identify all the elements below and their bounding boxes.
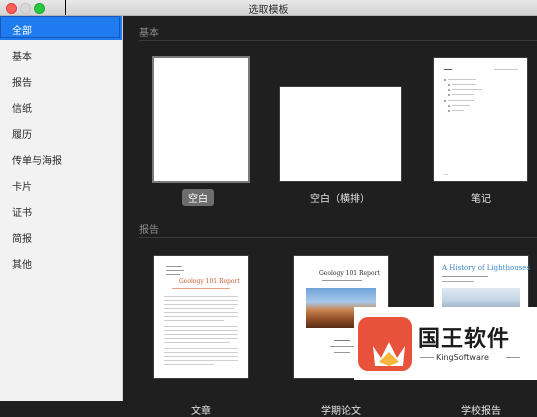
- sidebar-item-label: 证书: [12, 208, 32, 219]
- divider-line: [506, 357, 520, 358]
- text-line: [164, 316, 238, 317]
- sidebar-item-label: 信纸: [12, 104, 32, 115]
- sidebar-item-certificates[interactable]: 证书: [0, 198, 122, 222]
- sidebar-item-label: 传单与海报: [12, 156, 62, 167]
- note-bullet: [448, 84, 450, 86]
- sidebar-item-label: 全部: [12, 26, 32, 37]
- section-title-reports: 报告: [139, 225, 159, 236]
- window-title: 选取模板: [248, 5, 289, 16]
- sidebar-item-reports[interactable]: 报告: [0, 68, 122, 92]
- sidebar-item-label: 卡片: [12, 182, 32, 193]
- sidebar-item-label: 其他: [12, 260, 32, 271]
- sidebar-item-flyers-posters[interactable]: 传单与海报: [0, 146, 122, 170]
- essay-heading: Geology 101 Report: [179, 278, 240, 285]
- text-line: [164, 338, 238, 339]
- note-date-line: [494, 69, 518, 70]
- template-thumb-note[interactable]: [434, 58, 527, 181]
- note-bullet: [444, 100, 446, 102]
- template-label-school-report[interactable]: 学校报告: [421, 402, 537, 417]
- section-title-basic: 基本: [139, 28, 159, 39]
- sidebar-item-newsletters[interactable]: 简报: [0, 224, 122, 248]
- text-line: [164, 348, 238, 349]
- text-line: [166, 266, 182, 267]
- note-line: [448, 100, 474, 101]
- text-line: [164, 300, 238, 301]
- note-line: [452, 89, 482, 90]
- template-label-blank[interactable]: 空白: [182, 189, 214, 206]
- text-line: [164, 334, 238, 335]
- template-thumb-essay[interactable]: Geology 101 Report: [154, 256, 248, 378]
- sidebar-item-basic[interactable]: 基本: [0, 42, 122, 66]
- note-title-line: [444, 69, 452, 70]
- note-bullet: [448, 94, 450, 96]
- text-line: [164, 320, 224, 321]
- note-line: [448, 79, 476, 80]
- template-label-essay[interactable]: 文章: [141, 402, 261, 417]
- text-line: [164, 296, 238, 297]
- sidebar-item-label: 简报: [12, 234, 32, 245]
- sidebar-item-label: 履历: [12, 130, 32, 141]
- note-bullet: [448, 110, 450, 112]
- divider-line: [420, 357, 434, 358]
- lighthouse-photo: [442, 288, 520, 308]
- note-line: [452, 105, 470, 106]
- note-bullet: [444, 79, 446, 81]
- text-line: [166, 270, 184, 271]
- text-line: [164, 312, 238, 313]
- crown-icon: [373, 342, 405, 366]
- text-line: [164, 304, 238, 305]
- text-cursor-icon: [65, 0, 66, 15]
- sidebar-item-all[interactable]: 全部: [0, 16, 122, 40]
- note-bullet: [448, 89, 450, 91]
- kingsoftware-watermark: 国王软件 KingSoftware: [354, 307, 537, 380]
- text-line: [164, 326, 238, 327]
- text-line: [330, 346, 354, 347]
- text-line: [334, 340, 350, 341]
- text-line: [172, 288, 230, 289]
- template-label-blank-landscape[interactable]: 空白（横排）: [280, 190, 400, 205]
- sidebar-item-cards[interactable]: 卡片: [0, 172, 122, 196]
- template-thumb-blank[interactable]: [154, 58, 248, 181]
- text-line: [164, 308, 234, 309]
- school-report-heading: A History of Lighthouses: [442, 264, 531, 272]
- text-line: [442, 276, 488, 277]
- category-sidebar: 全部 基本 报告 信纸 履历 传单与海报 卡片 证书 简报 其他: [0, 16, 123, 401]
- section-divider: [139, 237, 537, 238]
- template-thumb-blank-landscape[interactable]: [280, 87, 401, 181]
- template-label-term-paper[interactable]: 学期论文: [281, 402, 401, 417]
- sidebar-item-label: 报告: [12, 78, 32, 89]
- sidebar-item-letters[interactable]: 信纸: [0, 94, 122, 118]
- text-line: [322, 280, 362, 281]
- text-line: [164, 360, 238, 361]
- brand-name-cn: 国王软件: [418, 327, 511, 352]
- note-line: [452, 84, 476, 85]
- sidebar-item-label: 基本: [12, 52, 32, 63]
- title-bar: 选取模板: [0, 0, 537, 16]
- text-line: [164, 342, 230, 343]
- text-line: [164, 356, 238, 357]
- note-line: [452, 94, 474, 95]
- kingsoftware-logo: [358, 317, 412, 371]
- term-paper-heading: Geology 101 Report: [319, 270, 380, 277]
- template-label-note[interactable]: 笔记: [421, 190, 537, 205]
- sidebar-item-other[interactable]: 其他: [0, 250, 122, 274]
- note-footer-line: [444, 174, 448, 175]
- text-line: [166, 274, 180, 275]
- section-divider: [139, 40, 537, 41]
- text-line: [164, 364, 214, 365]
- note-bullet: [448, 105, 450, 107]
- text-line: [442, 281, 474, 282]
- brand-name-en: KingSoftware: [436, 353, 489, 362]
- note-line: [452, 110, 464, 111]
- text-line: [164, 330, 238, 331]
- sidebar-item-resumes[interactable]: 履历: [0, 120, 122, 144]
- text-line: [334, 352, 350, 353]
- text-line: [164, 352, 238, 353]
